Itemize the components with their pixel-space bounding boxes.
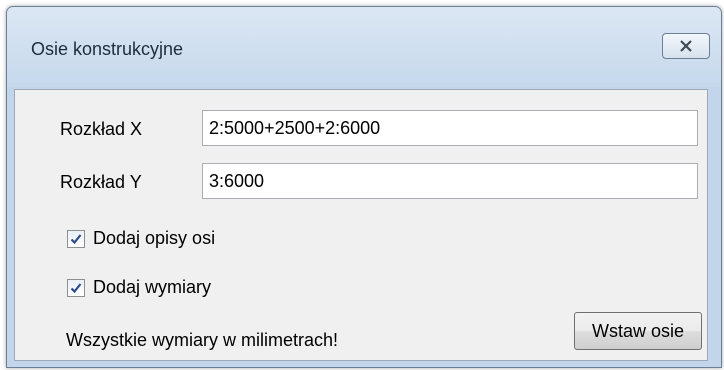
add-axis-labels-label: Dodaj opisy osi [93,228,216,248]
add-dimensions-option[interactable]: Dodaj wymiary [67,277,211,298]
add-dimensions-checkbox[interactable] [67,278,85,297]
add-axis-labels-checkbox[interactable] [67,229,85,248]
add-dimensions-label: Dodaj wymiary [93,277,212,297]
x-layout-label: Rozkład X [60,119,143,139]
checkmark-icon [70,282,82,293]
checkmark-icon [70,233,82,244]
y-layout-input[interactable] [202,163,698,199]
close-button[interactable] [662,33,710,59]
dialog-window: Osie konstrukcyjne Rozkład X Rozkład Y D… [6,6,722,368]
title-bar[interactable]: Osie konstrukcyjne [7,7,721,87]
insert-axes-button[interactable]: Wstaw osie [574,312,702,350]
dialog-title: Osie konstrukcyjne [31,39,184,59]
close-icon [680,40,692,52]
units-note: Wszystkie wymiary w milimetrach! [66,330,339,350]
y-layout-label: Rozkład Y [60,172,142,192]
x-layout-input[interactable] [202,110,698,146]
dialog-content: Rozkład X Rozkład Y Dodaj opisy osi Doda… [14,89,708,361]
add-axis-labels-option[interactable]: Dodaj opisy osi [67,228,215,249]
